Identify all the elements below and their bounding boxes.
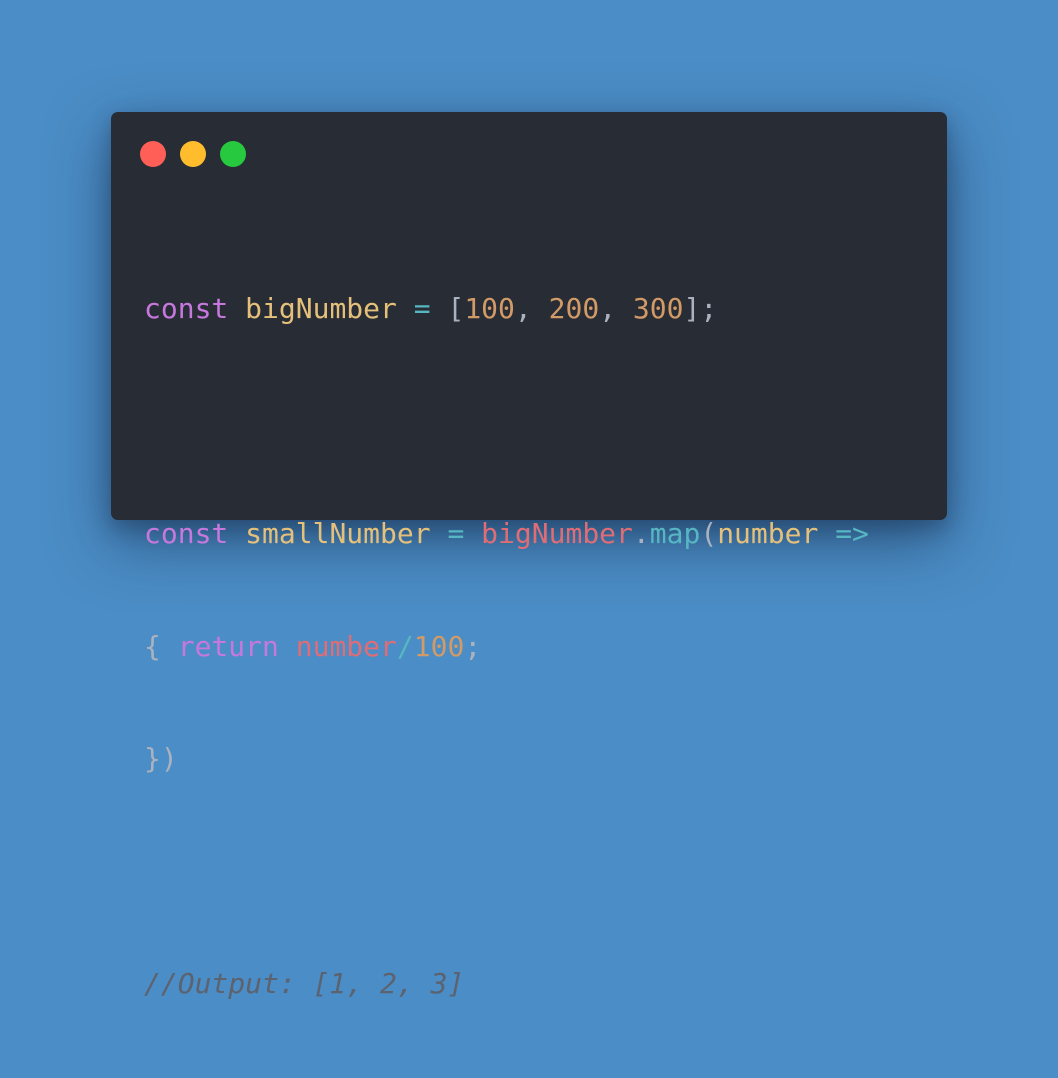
division-operator: / xyxy=(396,629,414,663)
keyword-const: const xyxy=(144,517,229,550)
number-literal: 100 xyxy=(464,292,515,325)
comma: , xyxy=(599,292,617,325)
code-line-3: { return number/100; xyxy=(144,628,869,666)
page-background: { "window": { "controls": ["close", "min… xyxy=(0,0,1058,1000)
brace-open: { xyxy=(144,629,161,663)
code-block: const bigNumber = [100, 200, 300]; const… xyxy=(144,215,869,1078)
bracket-open: [ xyxy=(447,292,465,325)
number-literal: 100 xyxy=(413,629,465,663)
closing-brace-paren: }) xyxy=(144,742,178,775)
code-line-4: }) xyxy=(144,740,869,778)
code-line-comment: //Output: [1, 2, 3] xyxy=(144,965,869,1003)
maximize-button[interactable] xyxy=(220,141,246,167)
variable-reference: bigNumber xyxy=(481,517,633,550)
number-literal: 200 xyxy=(548,292,600,325)
parameter-name: number xyxy=(717,517,819,550)
method-name: map xyxy=(649,517,701,550)
paren-open: ( xyxy=(700,517,718,550)
variable-name: smallNumber xyxy=(245,517,431,550)
window-controls xyxy=(140,141,246,167)
code-line-1: const bigNumber = [100, 200, 300]; xyxy=(144,290,869,328)
keyword-const: const xyxy=(144,292,229,325)
code-comment: //Output: [1, 2, 3] xyxy=(144,967,465,1000)
operator-assign: = xyxy=(447,517,465,550)
number-literal: 300 xyxy=(632,292,684,325)
close-button[interactable] xyxy=(140,141,166,167)
variable-name: bigNumber xyxy=(245,292,397,325)
code-line-2: const smallNumber = bigNumber.map(number… xyxy=(144,515,869,553)
minimize-button[interactable] xyxy=(180,141,206,167)
operator-assign: = xyxy=(413,292,431,325)
arrow-operator: => xyxy=(835,517,869,550)
bracket-close: ]; xyxy=(683,292,718,325)
semicolon: ; xyxy=(464,629,482,663)
variable-reference: number xyxy=(295,629,397,663)
code-window: const bigNumber = [100, 200, 300]; const… xyxy=(111,112,947,1000)
comma: , xyxy=(514,292,532,325)
keyword-return: return xyxy=(177,629,279,663)
dot-operator: . xyxy=(632,517,650,550)
